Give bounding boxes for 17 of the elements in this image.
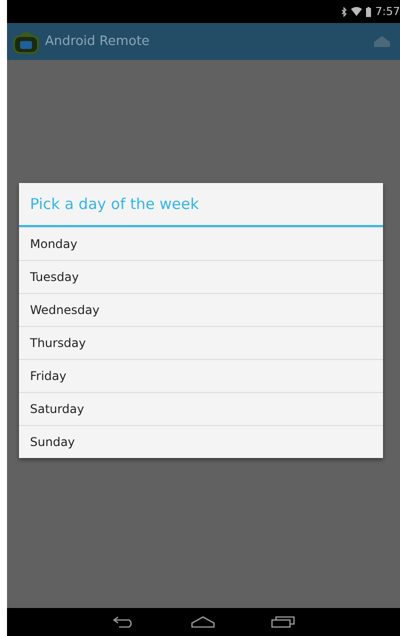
day-option[interactable]: Wednesday <box>19 292 383 326</box>
home-icon[interactable] <box>190 616 214 628</box>
clock-time: 7:57 <box>375 5 400 18</box>
wifi-icon <box>351 7 362 16</box>
back-icon[interactable] <box>112 616 134 628</box>
day-option[interactable]: Monday <box>19 226 383 260</box>
day-option[interactable]: Sunday <box>19 424 383 458</box>
app-title: Android Remote <box>45 34 151 49</box>
day-option[interactable]: Thursday <box>19 326 383 358</box>
day-option[interactable]: Saturday <box>19 392 383 424</box>
day-option[interactable]: Tuesday <box>19 260 383 292</box>
bluetooth-icon <box>341 6 348 16</box>
battery-icon <box>366 6 372 16</box>
day-option[interactable]: Friday <box>19 358 383 392</box>
recent-apps-icon[interactable] <box>270 616 294 628</box>
dialog-title: Pick a day of the week <box>19 182 383 226</box>
app-logo-icon <box>13 30 39 54</box>
